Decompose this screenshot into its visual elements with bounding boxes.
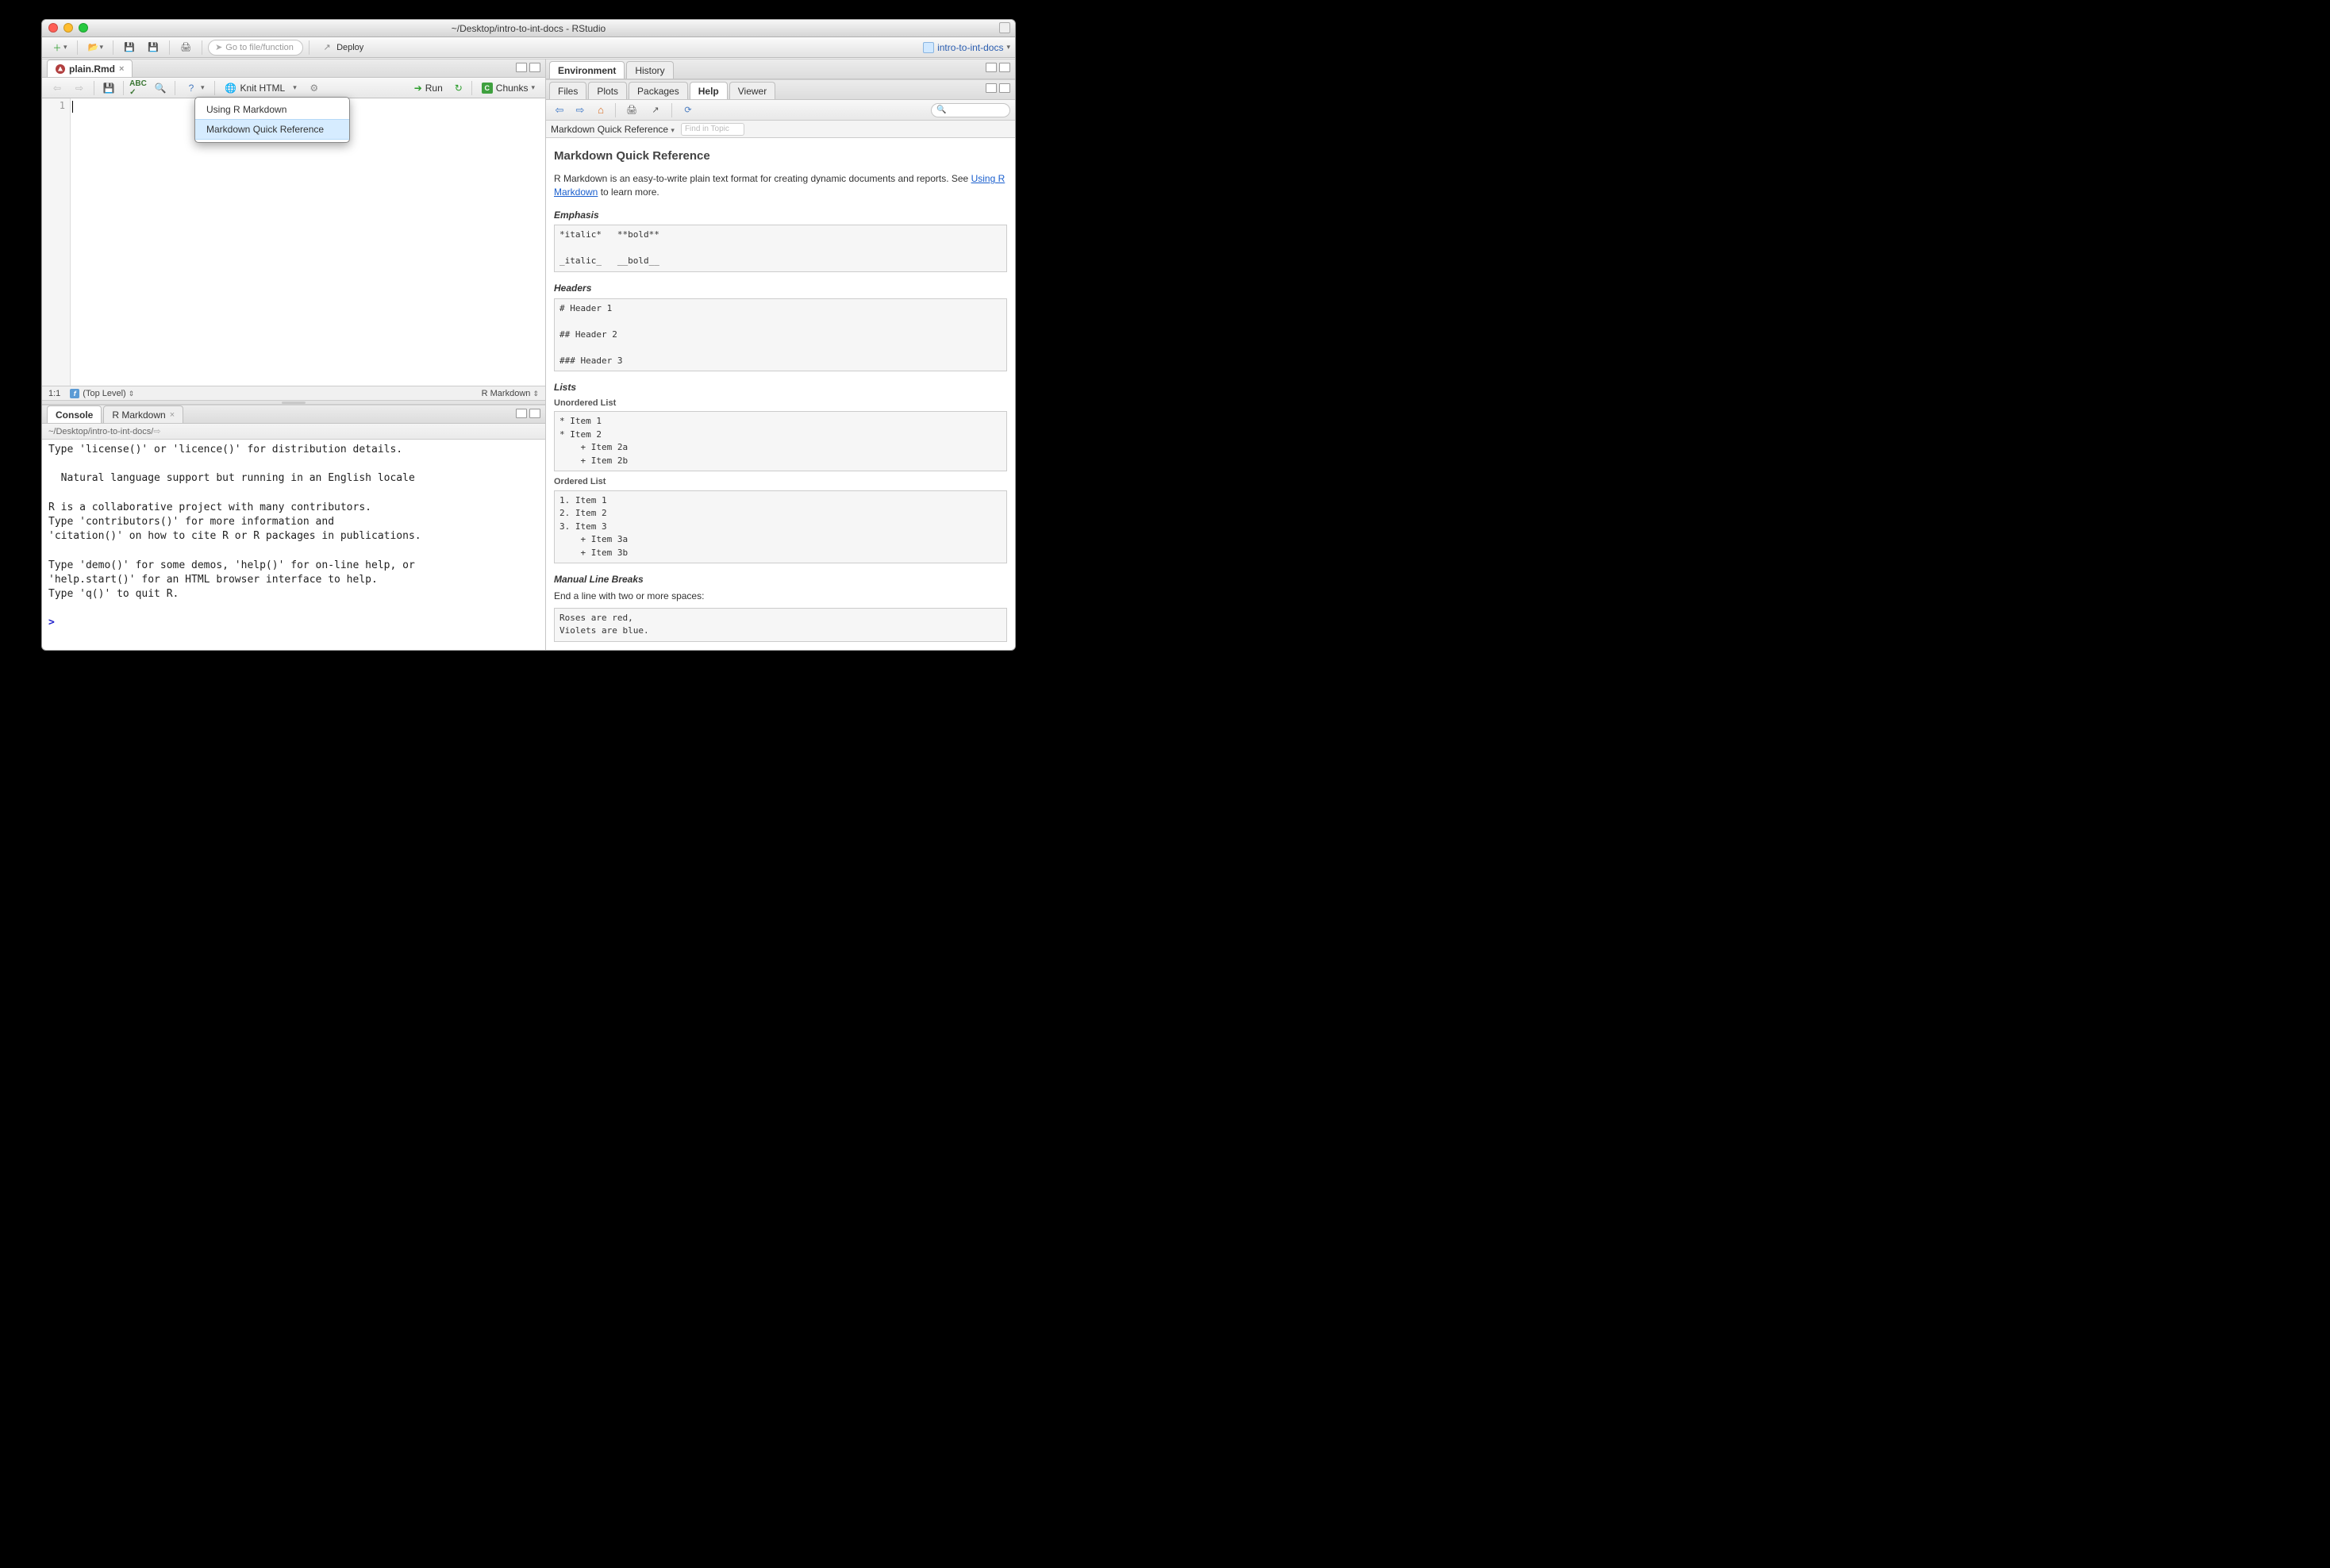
app-window: ~/Desktop/intro-to-int-docs - RStudio ＋▾… bbox=[41, 19, 1016, 651]
help-refresh-icon[interactable]: ⟳ bbox=[678, 102, 698, 118]
editor-toolbar: ⇦ ⇨ 💾 ABC✓ 🔍 ?▾ 🌐Knit HTML▾ ⚙ ➔Run ↻ bbox=[42, 78, 545, 98]
breadcrumb-label[interactable]: Markdown Quick Reference ▾ bbox=[551, 124, 675, 135]
scope-label[interactable]: (Top Level) ⇕ bbox=[83, 389, 134, 398]
tab-files[interactable]: Files bbox=[549, 82, 586, 99]
nav-forward-icon[interactable]: ⇨ bbox=[69, 80, 90, 96]
rmd-file-icon bbox=[56, 64, 65, 74]
editor-statusbar: 1:1 f (Top Level) ⇕ R Markdown ⇕ bbox=[42, 386, 545, 400]
minimize-pane-icon[interactable] bbox=[986, 83, 997, 93]
help-breadcrumb: Markdown Quick Reference ▾ Find in Topic bbox=[546, 121, 1015, 138]
minimize-pane-icon[interactable] bbox=[986, 63, 997, 72]
cursor-position: 1:1 bbox=[48, 389, 60, 398]
language-label[interactable]: R Markdown ⇕ bbox=[482, 389, 539, 398]
help-forward-icon[interactable]: ⇨ bbox=[571, 102, 589, 118]
minimize-pane-icon[interactable] bbox=[516, 409, 527, 418]
heading-lists: Lists bbox=[554, 381, 1007, 394]
minimize-window-button[interactable] bbox=[63, 23, 73, 33]
help-search-input[interactable]: 🔍 bbox=[931, 103, 1010, 117]
console-path-bar: ~/Desktop/intro-to-int-docs/ ⇨ bbox=[42, 424, 545, 440]
maximize-pane-icon[interactable] bbox=[529, 63, 540, 72]
tab-rmarkdown-output[interactable]: R Markdown × bbox=[103, 405, 183, 423]
label-unordered: Unordered List bbox=[554, 398, 1007, 409]
tab-console[interactable]: Console bbox=[47, 405, 102, 423]
run-button[interactable]: ➔Run bbox=[409, 80, 448, 96]
goto-arrow-icon: ➤ bbox=[215, 42, 222, 52]
save-all-button[interactable]: 💾 bbox=[143, 40, 163, 56]
maximize-pane-icon[interactable] bbox=[529, 409, 540, 418]
tab-environment[interactable]: Environment bbox=[549, 61, 625, 79]
code-headers: # Header 1 ## Header 2 ### Header 3 bbox=[554, 298, 1007, 372]
tab-plain-rmd[interactable]: plain.Rmd × bbox=[47, 60, 133, 77]
console-prompt: > bbox=[48, 617, 61, 628]
help-toolbar: ⇦ ⇨ ⌂ 🖨 ↗ ⟳ 🔍 bbox=[546, 100, 1015, 121]
deploy-button[interactable]: ↗Deploy bbox=[315, 40, 369, 56]
code-linebreaks: Roses are red, Violets are blue. bbox=[554, 608, 1007, 642]
tab-help[interactable]: Help bbox=[690, 82, 728, 99]
code-ordered: 1. Item 1 2. Item 2 3. Item 3 + Item 3a … bbox=[554, 490, 1007, 564]
maximize-icon[interactable] bbox=[999, 22, 1010, 33]
tab-history[interactable]: History bbox=[626, 61, 673, 79]
tab-plots[interactable]: Plots bbox=[588, 82, 627, 99]
rerun-icon[interactable]: ↻ bbox=[450, 80, 467, 96]
minimize-pane-icon[interactable] bbox=[516, 63, 527, 72]
print-button[interactable]: 🖨 bbox=[175, 40, 196, 56]
tab-viewer[interactable]: Viewer bbox=[729, 82, 775, 99]
help-back-icon[interactable]: ⇦ bbox=[551, 102, 568, 118]
heading-linebreaks: Manual Line Breaks bbox=[554, 573, 1007, 586]
help-dropdown-button[interactable]: ?▾ bbox=[179, 80, 210, 96]
project-icon bbox=[923, 42, 934, 53]
save-button[interactable]: 💾 bbox=[119, 40, 140, 56]
line-gutter: 1 bbox=[42, 98, 71, 386]
close-window-button[interactable] bbox=[48, 23, 58, 33]
text-linebreaks: End a line with two or more spaces: bbox=[554, 590, 1007, 603]
console-output[interactable]: Type 'license()' or 'licence()' for dist… bbox=[42, 440, 545, 650]
help-title: Markdown Quick Reference bbox=[554, 148, 1007, 164]
close-tab-icon[interactable]: × bbox=[170, 410, 175, 420]
open-file-button[interactable]: 📂▾ bbox=[83, 40, 108, 56]
console-tabs: Console R Markdown × bbox=[42, 405, 545, 424]
maximize-pane-icon[interactable] bbox=[999, 63, 1010, 72]
source-tabs: plain.Rmd × bbox=[42, 59, 545, 78]
find-in-topic-input[interactable]: Find in Topic bbox=[681, 123, 744, 136]
titlebar: ~/Desktop/intro-to-int-docs - RStudio bbox=[42, 20, 1015, 37]
find-icon[interactable]: 🔍 bbox=[150, 80, 171, 96]
zoom-window-button[interactable] bbox=[79, 23, 88, 33]
help-dropdown-menu: Using R Markdown Markdown Quick Referenc… bbox=[194, 97, 350, 143]
tab-packages[interactable]: Packages bbox=[629, 82, 688, 99]
goto-file-input[interactable]: ➤Go to file/function bbox=[208, 40, 303, 56]
label-ordered: Ordered List bbox=[554, 476, 1007, 488]
maximize-pane-icon[interactable] bbox=[999, 83, 1010, 93]
help-intro: R Markdown is an easy-to-write plain tex… bbox=[554, 172, 1007, 199]
main-toolbar: ＋▾ 📂▾ 💾 💾 🖨 ➤Go to file/function ↗Deploy… bbox=[42, 37, 1015, 58]
project-menu[interactable]: intro-to-int-docs ▾ bbox=[923, 42, 1010, 53]
window-title: ~/Desktop/intro-to-int-docs - RStudio bbox=[452, 23, 606, 34]
help-tabs: Files Plots Packages Help Viewer bbox=[546, 79, 1015, 100]
code-unordered: * Item 1 * Item 2 + Item 2a + Item 2b bbox=[554, 411, 1007, 471]
scope-icon: f bbox=[70, 389, 79, 398]
help-home-icon[interactable]: ⌂ bbox=[592, 102, 609, 118]
close-tab-icon[interactable]: × bbox=[119, 64, 124, 74]
doc-options-icon[interactable]: ⚙ bbox=[304, 80, 325, 96]
new-file-button[interactable]: ＋▾ bbox=[47, 40, 71, 56]
search-icon: 🔍 bbox=[936, 106, 946, 114]
heading-headers: Headers bbox=[554, 282, 1007, 295]
help-print-icon[interactable]: 🖨 bbox=[621, 102, 642, 118]
save-doc-icon[interactable]: 💾 bbox=[98, 80, 119, 96]
knit-html-button[interactable]: 🌐Knit HTML▾ bbox=[219, 80, 302, 96]
heading-emphasis: Emphasis bbox=[554, 209, 1007, 222]
spellcheck-icon[interactable]: ABC✓ bbox=[128, 80, 148, 96]
menu-item-markdown-quickref[interactable]: Markdown Quick Reference bbox=[195, 119, 349, 140]
code-emphasis: *italic* **bold** _italic_ __bold__ bbox=[554, 225, 1007, 272]
menu-item-using-rmarkdown[interactable]: Using R Markdown bbox=[195, 100, 349, 119]
nav-back-icon[interactable]: ⇦ bbox=[47, 80, 67, 96]
help-popout-icon[interactable]: ↗ bbox=[645, 102, 666, 118]
chunks-button[interactable]: CChunks▾ bbox=[476, 80, 540, 96]
help-content: Markdown Quick Reference R Markdown is a… bbox=[546, 138, 1015, 651]
env-tabs: Environment History bbox=[546, 59, 1015, 79]
